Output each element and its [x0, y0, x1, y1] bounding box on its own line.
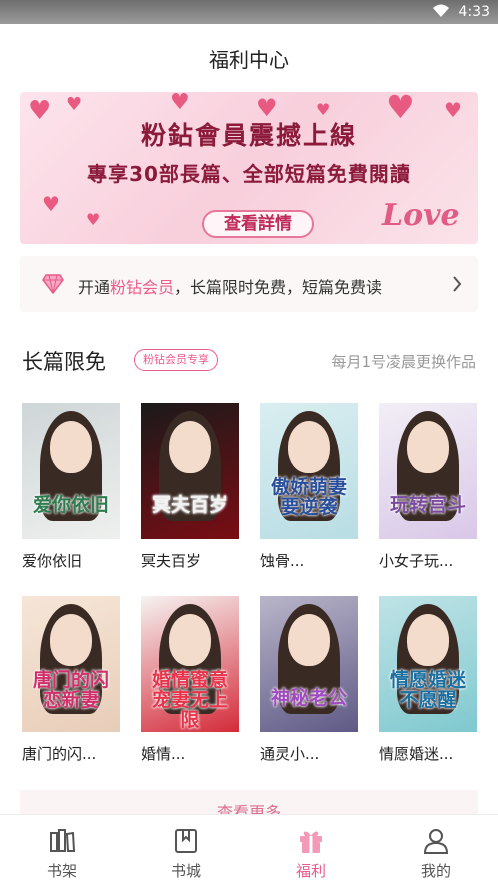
- wifi-icon: [433, 4, 449, 17]
- book-cover[interactable]: 玩转宫斗: [379, 403, 477, 539]
- vip-banner[interactable]: ♥ ♥ ♥ ♥ ♥ ♥ ♥ ♥ ♥ 粉鉆會員震撼上線 專享30部長篇、全部短篇免…: [20, 92, 478, 244]
- vip-promo-bar[interactable]: 开通粉钻会员，长篇限时免费，短篇免费读: [20, 256, 478, 312]
- bottom-tab-bar: 书架 书城 福利 我的: [0, 814, 498, 885]
- vip-exclusive-badge: 粉钻会员专享: [134, 349, 218, 371]
- chevron-right-icon: [453, 276, 462, 292]
- book-item[interactable]: 冥夫百岁 冥夫百岁: [141, 403, 239, 571]
- book-title: 爱你依旧: [22, 552, 83, 570]
- tab-profile[interactable]: 我的: [374, 815, 498, 885]
- book-item[interactable]: 爱你依旧 爱你依旧: [22, 403, 120, 571]
- tab-welfare[interactable]: 福利: [249, 815, 373, 885]
- cover-figure-face: [407, 421, 449, 473]
- vip-promo-prefix: 开通: [78, 278, 111, 297]
- love-decoration: Love: [382, 198, 460, 233]
- view-more-button[interactable]: 查看更多: [20, 790, 478, 814]
- book-title: 唐门的闪...: [22, 745, 97, 763]
- book-cover[interactable]: 爱你依旧: [22, 403, 120, 539]
- view-more-label: 查看更多: [216, 803, 281, 814]
- status-time: 4:33: [458, 4, 490, 20]
- cover-figure-face: [288, 421, 330, 473]
- book-cover[interactable]: 冥夫百岁: [141, 403, 239, 539]
- cover-title: 玩转宫斗: [389, 494, 466, 516]
- cover-title: 唐门的闪恋新妻: [32, 669, 109, 711]
- vip-promo-highlight: 粉钻会员: [110, 278, 175, 297]
- cover-title: 神秘老公: [270, 687, 347, 709]
- bookstore-icon: [175, 829, 197, 853]
- book-item[interactable]: 婚情蜜意宠妻无上限婚情...: [141, 596, 239, 764]
- vip-promo-text: 开通粉钻会员，长篇限时免费，短篇免费读: [78, 274, 382, 298]
- banner-headline: 粉鉆會員震撼上線: [140, 121, 357, 150]
- heart-decoration: ♥: [170, 92, 190, 115]
- cover-title: 情愿婚迷不愿醒: [389, 669, 466, 711]
- banner-details-button[interactable]: 查看詳情: [202, 210, 314, 238]
- book-title: 冥夫百岁: [141, 552, 202, 570]
- book-cover[interactable]: 唐门的闪恋新妻: [22, 596, 120, 732]
- heart-decoration: ♥: [42, 192, 60, 216]
- book-item[interactable]: 神秘老公通灵小...: [260, 596, 358, 764]
- cover-title: 婚情蜜意宠妻无上限: [151, 669, 228, 731]
- cover-figure-face: [169, 421, 211, 473]
- banner-subline: 專享30部長篇、全部短篇免費閱讀: [87, 162, 411, 186]
- book-item[interactable]: 玩转宫斗小女子玩...: [379, 403, 477, 571]
- tab-label: 福利: [295, 862, 326, 880]
- book-title: 通灵小...: [260, 745, 320, 763]
- tab-label: 我的: [420, 862, 451, 880]
- book-cover[interactable]: 情愿婚迷不愿醒: [379, 596, 477, 732]
- book-cover[interactable]: 婚情蜜意宠妻无上限: [141, 596, 239, 732]
- book-item[interactable]: 唐门的闪恋新妻唐门的闪...: [22, 596, 120, 764]
- diamond-icon: [42, 274, 64, 294]
- vip-promo-suffix: ，长篇限时免费，短篇免费读: [174, 278, 383, 297]
- profile-icon: [423, 829, 449, 854]
- heart-decoration: ♥: [66, 94, 83, 115]
- book-item[interactable]: 傲娇萌妻要逆袭蚀骨...: [260, 403, 358, 571]
- gift-icon: [300, 831, 322, 853]
- book-title: 情愿婚迷...: [379, 745, 454, 763]
- book-title: 小女子玩...: [379, 552, 454, 570]
- page-title: 福利中心: [209, 48, 289, 72]
- book-title: 婚情...: [141, 745, 186, 763]
- cover-figure-face: [407, 614, 449, 666]
- cover-title: 傲娇萌妻要逆袭: [270, 476, 347, 518]
- section-title: 长篇限免: [22, 350, 106, 374]
- cover-figure-face: [50, 614, 92, 666]
- book-cover[interactable]: 神秘老公: [260, 596, 358, 732]
- book-item[interactable]: 情愿婚迷不愿醒情愿婚迷...: [379, 596, 477, 764]
- cover-title: 爱你依旧: [32, 494, 109, 516]
- cover-figure-face: [169, 614, 211, 666]
- cover-figure-face: [288, 614, 330, 666]
- bookshelf-icon: [50, 829, 76, 852]
- book-title: 蚀骨...: [260, 552, 305, 570]
- tab-label: 书城: [170, 862, 201, 880]
- tab-bookshelf[interactable]: 书架: [0, 815, 124, 885]
- book-cover[interactable]: 傲娇萌妻要逆袭: [260, 403, 358, 539]
- heart-decoration: ♥: [86, 210, 101, 229]
- cover-figure-face: [50, 421, 92, 473]
- cover-title: 冥夫百岁: [151, 494, 228, 516]
- status-bar: 4:33: [0, 0, 498, 24]
- tab-label: 书架: [46, 862, 77, 880]
- section-note: 每月1号凌晨更换作品: [331, 353, 476, 371]
- tab-bookstore[interactable]: 书城: [124, 815, 248, 885]
